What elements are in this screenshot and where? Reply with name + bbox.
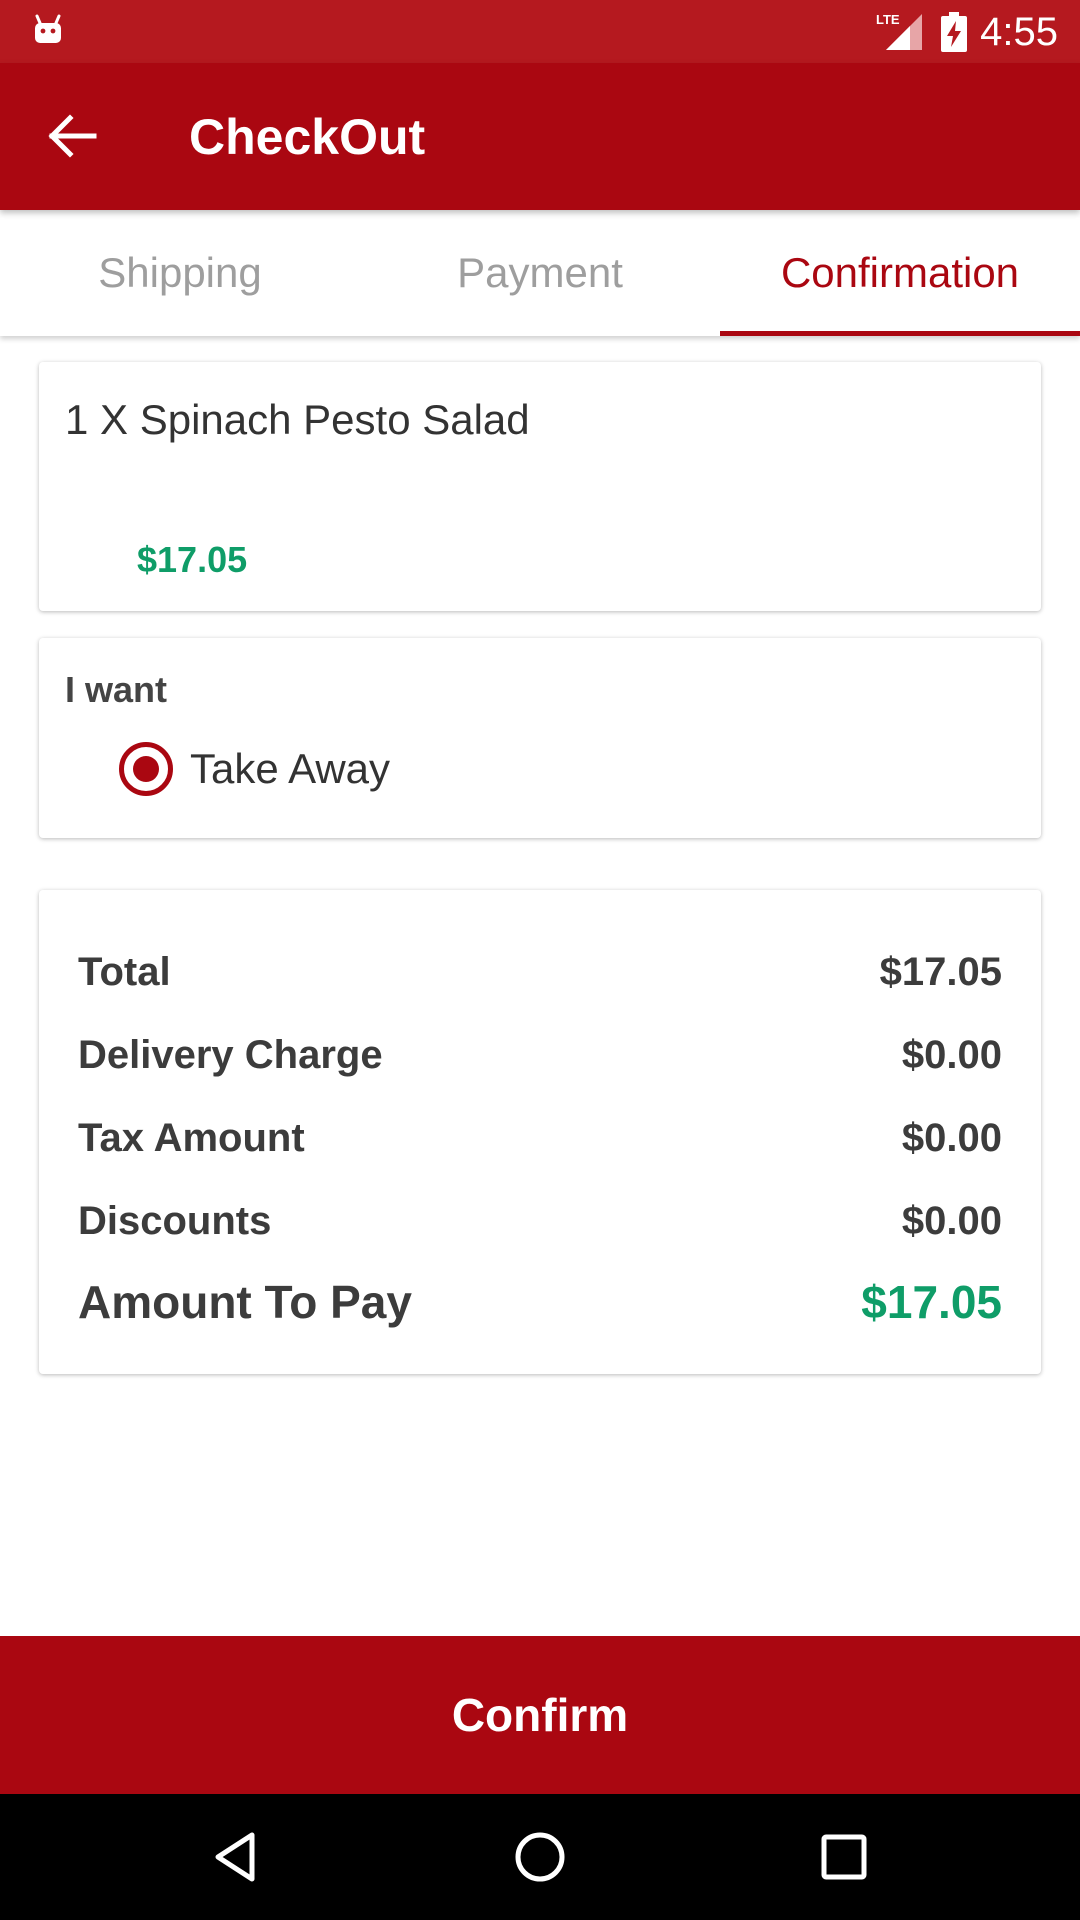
amount-to-pay-value: $17.05 [861, 1276, 1002, 1328]
battery-charging-icon [941, 12, 967, 52]
summary-value: $0.00 [901, 1116, 1002, 1160]
order-type-card: I want Take Away [39, 638, 1041, 838]
clock: 4:55 [980, 10, 1058, 54]
home-circle-icon[interactable] [510, 1827, 570, 1887]
summary-label: Delivery Charge [78, 1033, 383, 1077]
confirm-button[interactable]: Confirm [0, 1636, 1080, 1794]
price-summary-card: Total $17.05 Delivery Charge $0.00 Tax A… [39, 890, 1041, 1374]
order-item-card: 1 X Spinach Pesto Salad $17.05 [39, 362, 1041, 611]
tab-payment[interactable]: Payment [360, 210, 720, 336]
lte-signal-icon: LTE [876, 12, 922, 50]
summary-row-discounts: Discounts $0.00 [78, 1197, 1002, 1245]
checkout-tabs: Shipping Payment Confirmation [0, 210, 1080, 336]
tab-shipping[interactable]: Shipping [0, 210, 360, 336]
summary-value: $0.00 [901, 1033, 1002, 1077]
summary-value: $17.05 [879, 950, 1002, 994]
order-type-label: I want [65, 669, 168, 710]
android-robot-icon [35, 14, 61, 43]
summary-label: Tax Amount [78, 1116, 305, 1160]
summary-row-total: Total $17.05 [78, 948, 1002, 996]
app-bar: CheckOut [0, 63, 1080, 210]
system-nav-bar [0, 1794, 1080, 1920]
item-price: $17.05 [137, 539, 248, 580]
amount-to-pay-label: Amount To Pay [78, 1276, 412, 1328]
status-bar: LTE 4:55 [0, 0, 1080, 63]
summary-value: $0.00 [901, 1199, 1002, 1243]
network-label: LTE [876, 12, 900, 27]
arrow-back-icon[interactable] [44, 108, 100, 164]
tab-confirmation[interactable]: Confirmation [720, 210, 1080, 336]
recents-square-icon[interactable] [814, 1827, 874, 1887]
summary-label: Total [78, 950, 171, 994]
take-away-option[interactable]: Take Away [119, 742, 390, 796]
summary-row-tax: Tax Amount $0.00 [78, 1114, 1002, 1162]
summary-row-amount-to-pay: Amount To Pay $17.05 [78, 1274, 1002, 1330]
page-title: CheckOut [189, 109, 426, 165]
back-triangle-icon[interactable] [206, 1827, 266, 1887]
summary-label: Discounts [78, 1199, 272, 1243]
summary-row-delivery: Delivery Charge $0.00 [78, 1031, 1002, 1079]
take-away-label: Take Away [190, 745, 391, 792]
item-name: 1 X Spinach Pesto Salad [65, 396, 530, 443]
radio-selected-icon[interactable] [119, 742, 173, 796]
